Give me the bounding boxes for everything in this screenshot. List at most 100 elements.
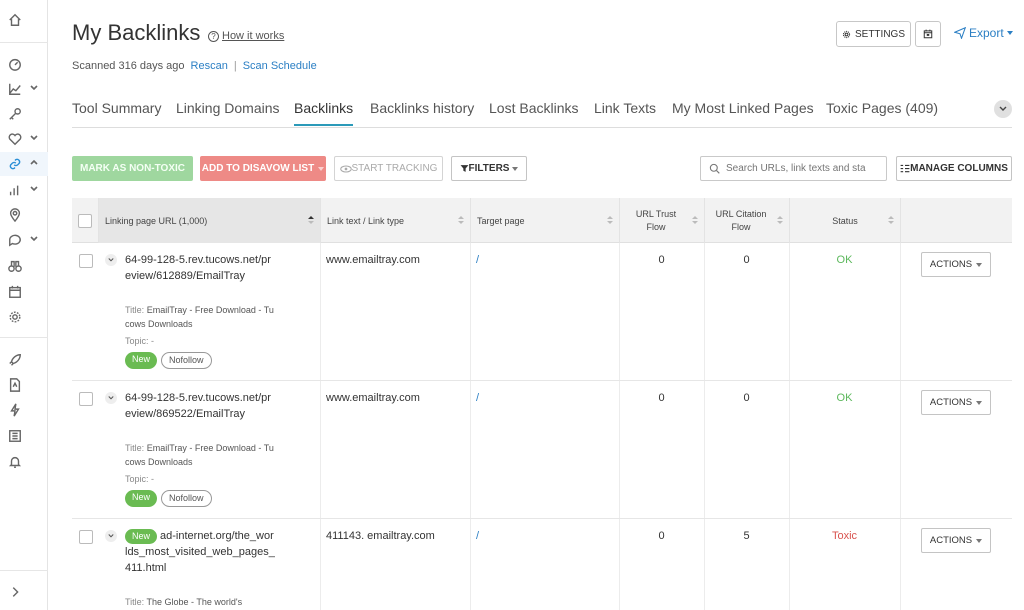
- linking-page-url[interactable]: 64-99-128-5.rev.tucows.net/preview/86952…: [125, 390, 275, 438]
- select-all-checkbox[interactable]: [78, 213, 92, 228]
- add-to-disavow-label: ADD TO DISAVOW LIST: [201, 163, 315, 174]
- actions-button[interactable]: ACTIONS: [921, 252, 991, 277]
- more-tabs-button[interactable]: [994, 100, 1012, 118]
- chart-line-icon[interactable]: [0, 77, 48, 101]
- search-input[interactable]: [726, 163, 886, 174]
- bar-chart-icon[interactable]: [0, 178, 48, 202]
- caret-down-icon: [512, 166, 519, 171]
- export-button[interactable]: Export: [954, 26, 1013, 40]
- actions-button[interactable]: ACTIONS: [921, 390, 991, 415]
- eye-icon: [339, 164, 352, 173]
- col-linking-page[interactable]: Linking page URL (1,000): [98, 198, 320, 243]
- list-icon[interactable]: [0, 424, 48, 448]
- link-text-cell: www.emailtray.com: [326, 254, 420, 266]
- gear-icon[interactable]: [0, 305, 48, 329]
- nofollow-badge: Nofollow: [161, 490, 212, 507]
- trust-flow-value: 0: [658, 530, 665, 542]
- col-status[interactable]: Status: [789, 198, 900, 243]
- citation-flow-value: 5: [743, 530, 750, 542]
- col-citation-flow[interactable]: URL Citation Flow: [704, 198, 789, 243]
- trust-flow-value: 0: [658, 254, 665, 266]
- tab-link-texts[interactable]: Link Texts: [594, 100, 656, 116]
- lightning-icon[interactable]: [0, 398, 48, 422]
- link-text-cell: 411143. emailtray.com: [326, 530, 435, 542]
- page-title: My Backlinks: [72, 20, 201, 45]
- add-to-disavow-button[interactable]: ADD TO DISAVOW LIST: [200, 156, 326, 181]
- actions-label: ACTIONS: [929, 535, 973, 546]
- tab-backlinks[interactable]: Backlinks: [294, 100, 354, 126]
- start-tracking-label: START TRACKING: [351, 163, 438, 174]
- heartbeat-icon[interactable]: [0, 127, 48, 151]
- rocket-icon[interactable]: [0, 348, 48, 372]
- column-divider: [470, 381, 471, 518]
- citation-flow-value: 0: [743, 392, 750, 404]
- sort-icon: [458, 216, 464, 224]
- title-label: Title:: [125, 597, 145, 607]
- tab-lost-backlinks[interactable]: Lost Backlinks: [489, 100, 578, 116]
- page-title-value: EmailTray - Free Download - Tucows Downl…: [125, 443, 274, 467]
- col-target-page[interactable]: Target page: [470, 198, 619, 243]
- col-trust-flow-label: URL Trust Flow: [635, 208, 677, 232]
- link-icon[interactable]: [0, 152, 48, 176]
- row-checkbox[interactable]: [79, 530, 93, 544]
- row-checkbox[interactable]: [79, 254, 93, 268]
- sidebar: [0, 0, 48, 610]
- target-page-link[interactable]: /: [476, 254, 479, 266]
- page-title-meta: Title: EmailTray - Free Download - Tucow…: [125, 441, 275, 469]
- expand-sidebar-icon[interactable]: [0, 580, 48, 604]
- new-badge: New: [125, 490, 158, 507]
- filters-button[interactable]: FILTERS: [451, 156, 527, 181]
- settings-button[interactable]: SETTINGS: [836, 21, 911, 47]
- how-it-works-link[interactable]: ? How it works: [208, 30, 284, 42]
- mark-non-toxic-button[interactable]: MARK AS NON-TOXIC: [72, 156, 193, 181]
- chat-bubble-icon[interactable]: [0, 228, 48, 252]
- column-divider: [320, 243, 321, 380]
- key-icon[interactable]: [0, 102, 48, 126]
- row-checkbox[interactable]: [79, 392, 93, 406]
- page-title-value: EmailTray - Free Download - Tucows Downl…: [125, 305, 274, 329]
- topic-value: -: [151, 474, 155, 484]
- expand-row-button[interactable]: [105, 530, 117, 542]
- home-icon[interactable]: [0, 8, 48, 32]
- how-it-works-label: How it works: [222, 30, 285, 42]
- chevron-up-icon: [30, 159, 38, 165]
- sort-icon: [308, 216, 314, 224]
- target-page-link[interactable]: /: [476, 530, 479, 542]
- binoculars-icon[interactable]: [0, 254, 48, 278]
- col-actions: [900, 198, 1012, 243]
- caret-down-icon: [976, 538, 983, 543]
- tab-toxic-pages[interactable]: Toxic Pages (409): [826, 100, 938, 116]
- linking-page-url[interactable]: 64-99-128-5.rev.tucows.net/preview/61288…: [125, 252, 275, 300]
- tab-linking-domains[interactable]: Linking Domains: [176, 100, 280, 116]
- table-row: 64-99-128-5.rev.tucows.net/preview/86952…: [72, 381, 1012, 519]
- tab-most-linked-pages[interactable]: My Most Linked Pages: [672, 100, 814, 116]
- status-value: Toxic: [831, 530, 858, 542]
- rescan-link[interactable]: Rescan: [191, 60, 228, 72]
- expand-row-button[interactable]: [105, 254, 117, 266]
- bell-icon[interactable]: [0, 450, 48, 474]
- tab-tool-summary[interactable]: Tool Summary: [72, 100, 161, 116]
- question-icon: ?: [208, 30, 219, 42]
- table-header: Linking page URL (1,000) Link text / Lin…: [72, 198, 1012, 243]
- start-tracking-button[interactable]: START TRACKING: [334, 156, 443, 181]
- dashboard-icon[interactable]: [0, 52, 48, 76]
- chevron-down-icon: [108, 258, 114, 262]
- columns-icon: [900, 164, 910, 173]
- sort-icon: [888, 216, 894, 224]
- target-page-link[interactable]: /: [476, 392, 479, 404]
- expand-row-button[interactable]: [105, 392, 117, 404]
- pdf-file-icon[interactable]: [0, 373, 48, 397]
- caret-down-icon: [1006, 31, 1013, 35]
- filter-icon: [460, 165, 468, 172]
- chevron-down-icon: [30, 135, 38, 141]
- calendar-icon: [923, 29, 933, 39]
- actions-button[interactable]: ACTIONS: [921, 528, 991, 553]
- calendar-icon[interactable]: [0, 280, 48, 304]
- tab-backlinks-history[interactable]: Backlinks history: [370, 100, 474, 116]
- col-trust-flow[interactable]: URL Trust Flow: [619, 198, 704, 243]
- scan-schedule-link[interactable]: Scan Schedule: [243, 60, 317, 72]
- calendar-button[interactable]: [915, 21, 941, 47]
- manage-columns-button[interactable]: MANAGE COLUMNS: [896, 156, 1012, 181]
- location-pin-icon[interactable]: [0, 203, 48, 227]
- col-link-text[interactable]: Link text / Link type: [320, 198, 470, 243]
